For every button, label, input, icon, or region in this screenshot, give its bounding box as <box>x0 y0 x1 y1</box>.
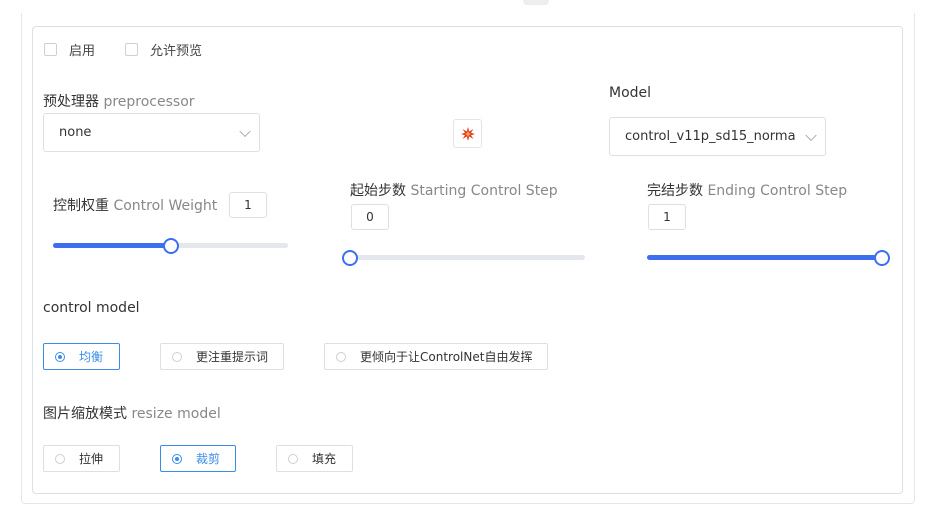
explosion-icon <box>460 126 475 141</box>
radio-dot-icon <box>288 453 298 464</box>
starting-step-input[interactable]: 0 <box>351 204 389 230</box>
control-model-option-label: 更倾向于让ControlNet自由发挥 <box>360 350 533 364</box>
slider-thumb[interactable] <box>162 238 179 254</box>
resize-model-label: 图片缩放模式 resize model <box>43 403 221 423</box>
control-model-option-controlnet[interactable]: 更倾向于让ControlNet自由发挥 <box>324 343 548 370</box>
resize-model-option-stretch[interactable]: 拉伸 <box>43 445 120 472</box>
control-model-option-label: 更注重提示词 <box>196 350 269 364</box>
ending-step-input[interactable]: 1 <box>648 204 686 230</box>
preprocessor-label-en: preprocessor <box>103 94 195 110</box>
resize-model-label-en: resize model <box>131 406 221 422</box>
control-weight-label-en: Control Weight <box>113 198 218 214</box>
slider-thumb[interactable] <box>342 250 358 266</box>
control-weight-slider[interactable] <box>53 238 288 254</box>
ending-step-label-en: Ending Control Step <box>707 183 848 199</box>
control-model-label: control model <box>43 300 140 316</box>
resize-model-option-label: 裁剪 <box>196 452 221 466</box>
allow-preview-checkbox-box[interactable] <box>125 43 138 56</box>
enable-checkbox[interactable]: 启用 <box>44 40 95 59</box>
control-model-option-balanced[interactable]: 均衡 <box>43 343 120 370</box>
allow-preview-checkbox[interactable]: 允许预览 <box>125 40 202 59</box>
model-label: Model <box>609 85 652 101</box>
preprocessor-select-value: none <box>59 125 92 140</box>
slider-thumb[interactable] <box>874 250 890 266</box>
preprocessor-label-cn: 预处理器 <box>43 94 99 110</box>
resize-model-option-fill[interactable]: 填充 <box>276 445 353 472</box>
resize-model-option-label: 拉伸 <box>79 452 104 466</box>
radio-dot-icon <box>336 351 346 362</box>
resize-model-option-crop[interactable]: 裁剪 <box>160 445 236 472</box>
slider-fill <box>647 255 882 260</box>
model-select[interactable]: control_v11p_sd15_normalbae <box>609 117 826 156</box>
top-tab-nub <box>523 0 549 5</box>
control-model-option-label: 均衡 <box>79 350 104 364</box>
ending-step-label-cn: 完结步数 <box>647 183 703 199</box>
slider-fill <box>53 243 171 248</box>
ending-step-label: 完结步数 Ending Control Step <box>647 180 847 200</box>
preprocessor-select[interactable]: none <box>43 113 260 152</box>
control-weight-input[interactable]: 1 <box>229 192 267 218</box>
radio-dot-icon <box>172 453 182 464</box>
slider-track <box>350 255 585 260</box>
radio-dot-icon <box>55 453 65 464</box>
chevron-down-icon <box>805 129 817 141</box>
model-select-value: control_v11p_sd15_normalbae <box>625 129 795 144</box>
starting-step-slider[interactable] <box>342 250 585 266</box>
enable-checkbox-box[interactable] <box>44 43 57 56</box>
starting-step-label-cn: 起始步数 <box>350 183 406 199</box>
starting-step-label-en: Starting Control Step <box>410 183 558 199</box>
allow-preview-checkbox-label: 允许预览 <box>150 44 203 59</box>
enable-checkbox-label: 启用 <box>69 44 96 59</box>
control-model-option-prompt[interactable]: 更注重提示词 <box>160 343 284 370</box>
preprocessor-label: 预处理器 preprocessor <box>43 91 195 111</box>
run-preprocessor-button[interactable] <box>453 119 482 148</box>
ending-step-slider[interactable] <box>647 250 890 266</box>
radio-dot-icon <box>172 351 182 362</box>
control-weight-label: 控制权重 Control Weight <box>53 195 217 215</box>
resize-model-label-cn: 图片缩放模式 <box>43 406 127 422</box>
control-weight-label-cn: 控制权重 <box>53 198 109 214</box>
starting-step-label: 起始步数 Starting Control Step <box>350 180 558 200</box>
radio-dot-icon <box>55 351 65 362</box>
resize-model-option-label: 填充 <box>312 452 337 466</box>
chevron-down-icon <box>239 125 251 137</box>
